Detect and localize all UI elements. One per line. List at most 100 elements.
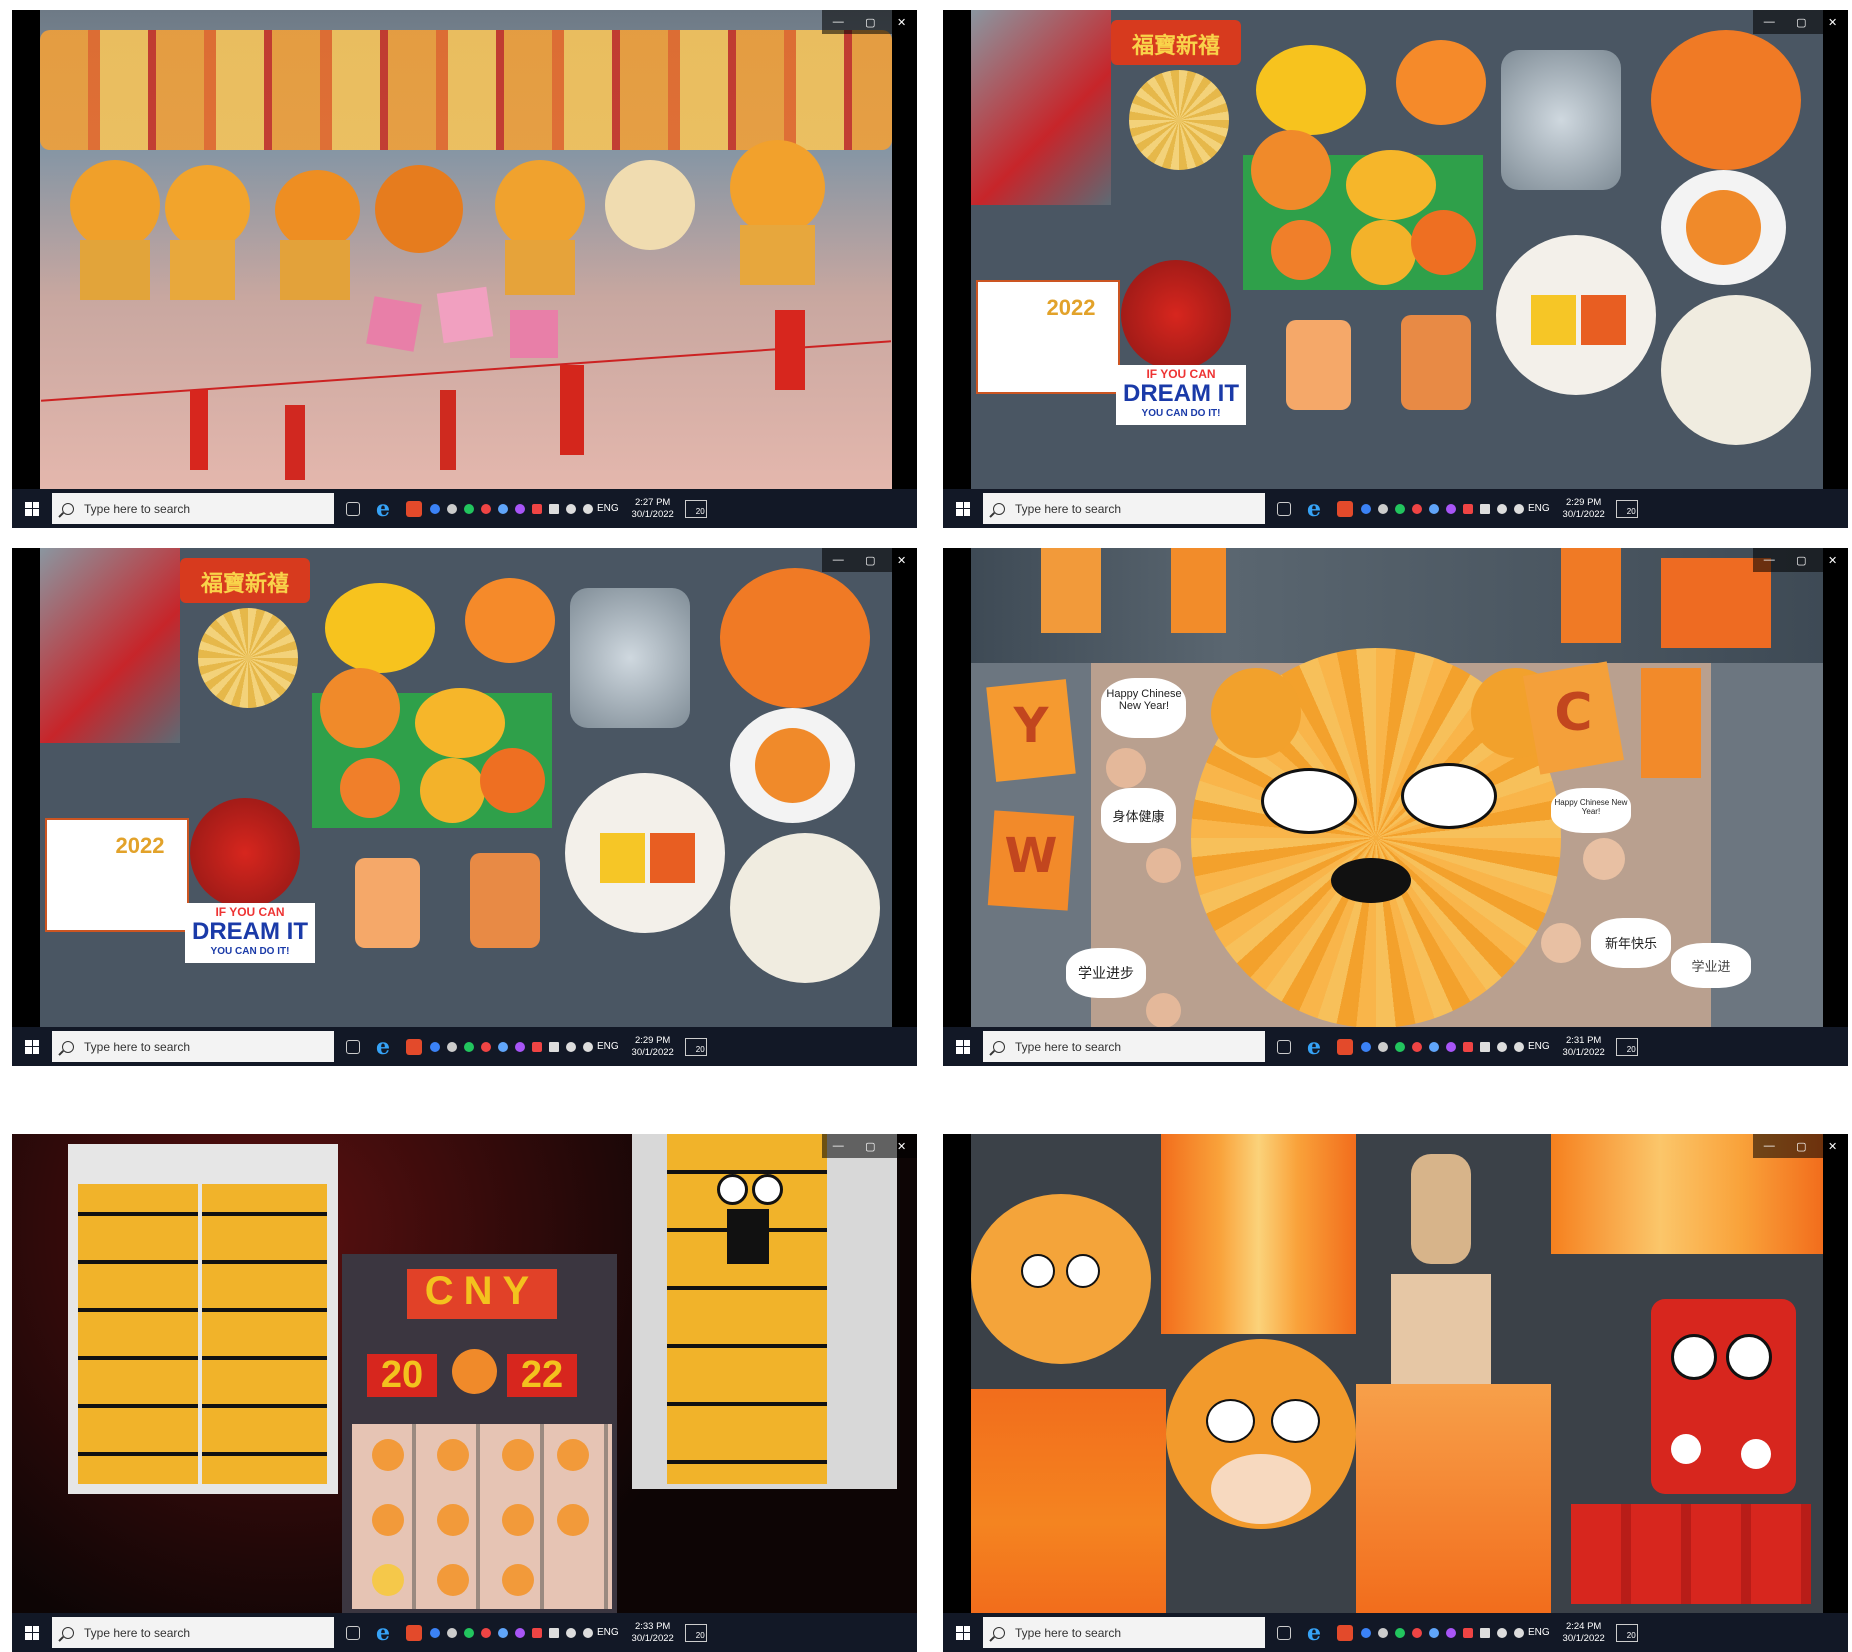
clock[interactable]: 2:24 PM 30/1/2022	[1558, 1621, 1610, 1645]
start-button[interactable]	[943, 1027, 983, 1066]
tray-icon[interactable]	[1395, 503, 1405, 514]
notification-button[interactable]: 20	[1615, 1037, 1638, 1056]
internet-explorer-icon[interactable]: e	[1307, 1620, 1321, 1646]
tray-icon[interactable]	[532, 503, 542, 514]
notification-button[interactable]: 20	[1615, 499, 1638, 518]
tray-icon[interactable]	[1429, 1041, 1439, 1052]
volume-icon[interactable]	[1497, 503, 1507, 514]
app-icon[interactable]	[1337, 1624, 1353, 1641]
search-box[interactable]: Type here to search	[983, 493, 1265, 524]
search-box[interactable]: Type here to search	[52, 1031, 334, 1062]
tray-icon[interactable]	[447, 1627, 457, 1638]
tray-icon[interactable]	[1361, 1041, 1371, 1052]
notification-button[interactable]: 20	[684, 1037, 707, 1056]
close-button[interactable]: ✕	[897, 554, 906, 567]
language-indicator[interactable]: ENG	[1528, 503, 1550, 514]
close-button[interactable]: ✕	[897, 1140, 906, 1153]
tray-icon[interactable]	[1429, 503, 1439, 514]
tray-icon[interactable]	[481, 1041, 491, 1052]
tray-icon[interactable]	[515, 1627, 525, 1638]
battery-icon[interactable]	[549, 1041, 559, 1052]
search-box[interactable]: Type here to search	[983, 1031, 1265, 1062]
task-view-icon[interactable]	[1277, 1625, 1291, 1640]
clock[interactable]: 2:29 PM 30/1/2022	[1558, 497, 1610, 521]
start-button[interactable]	[12, 1613, 52, 1652]
app-icon[interactable]	[406, 1038, 422, 1055]
notification-button[interactable]: 20	[684, 1623, 707, 1642]
minimize-button[interactable]: —	[833, 1140, 844, 1152]
tray-icon[interactable]	[498, 1041, 508, 1052]
tray-icon[interactable]	[498, 503, 508, 514]
tray-icon[interactable]	[430, 1041, 440, 1052]
app-icon[interactable]	[1337, 1038, 1353, 1055]
wifi-icon[interactable]	[1514, 503, 1524, 514]
restore-button[interactable]: ▢	[1796, 554, 1806, 567]
tray-icon[interactable]	[464, 1627, 474, 1638]
notification-button[interactable]: 20	[684, 499, 707, 518]
volume-icon[interactable]	[1497, 1041, 1507, 1052]
clock[interactable]: 2:27 PM 30/1/2022	[627, 497, 679, 521]
language-indicator[interactable]: ENG	[597, 1041, 619, 1052]
notification-button[interactable]: 20	[1615, 1623, 1638, 1642]
volume-icon[interactable]	[566, 1627, 576, 1638]
wifi-icon[interactable]	[1514, 1627, 1524, 1638]
close-button[interactable]: ✕	[897, 16, 906, 29]
internet-explorer-icon[interactable]: e	[1307, 496, 1321, 522]
tray-icon[interactable]	[1412, 1627, 1422, 1638]
task-view-icon[interactable]	[346, 1625, 360, 1640]
wifi-icon[interactable]	[1514, 1041, 1524, 1052]
language-indicator[interactable]: ENG	[597, 503, 619, 514]
tray-icon[interactable]	[1412, 1041, 1422, 1052]
tray-icon[interactable]	[430, 503, 440, 514]
clock[interactable]: 2:33 PM 30/1/2022	[627, 1621, 679, 1645]
clock[interactable]: 2:29 PM 30/1/2022	[627, 1035, 679, 1059]
app-icon[interactable]	[406, 1624, 422, 1641]
minimize-button[interactable]: —	[833, 554, 844, 566]
tray-icon[interactable]	[532, 1627, 542, 1638]
tray-icon[interactable]	[1446, 1041, 1456, 1052]
volume-icon[interactable]	[566, 503, 576, 514]
internet-explorer-icon[interactable]: e	[376, 1620, 390, 1646]
battery-icon[interactable]	[1480, 1627, 1490, 1638]
tray-icon[interactable]	[515, 1041, 525, 1052]
tray-icon[interactable]	[1395, 1041, 1405, 1052]
tray-icon[interactable]	[1378, 503, 1388, 514]
restore-button[interactable]: ▢	[1796, 16, 1806, 29]
search-box[interactable]: Type here to search	[52, 1617, 334, 1648]
close-button[interactable]: ✕	[1828, 1140, 1837, 1153]
clock[interactable]: 2:31 PM 30/1/2022	[1558, 1035, 1610, 1059]
volume-icon[interactable]	[566, 1041, 576, 1052]
minimize-button[interactable]: —	[833, 16, 844, 28]
tray-icon[interactable]	[1378, 1041, 1388, 1052]
tray-icon[interactable]	[1446, 1627, 1456, 1638]
tray-icon[interactable]	[498, 1627, 508, 1638]
language-indicator[interactable]: ENG	[1528, 1041, 1550, 1052]
wifi-icon[interactable]	[583, 503, 593, 514]
internet-explorer-icon[interactable]: e	[376, 1034, 390, 1060]
battery-icon[interactable]	[549, 1627, 559, 1638]
task-view-icon[interactable]	[1277, 501, 1291, 516]
internet-explorer-icon[interactable]: e	[376, 496, 390, 522]
battery-icon[interactable]	[1480, 503, 1490, 514]
tray-icon[interactable]	[1361, 503, 1371, 514]
tray-icon[interactable]	[481, 503, 491, 514]
tray-icon[interactable]	[1463, 503, 1473, 514]
tray-icon[interactable]	[464, 1041, 474, 1052]
task-view-icon[interactable]	[346, 501, 360, 516]
tray-icon[interactable]	[481, 1627, 491, 1638]
tray-icon[interactable]	[1463, 1627, 1473, 1638]
tray-icon[interactable]	[532, 1041, 542, 1052]
internet-explorer-icon[interactable]: e	[1307, 1034, 1321, 1060]
minimize-button[interactable]: —	[1764, 554, 1775, 566]
tray-icon[interactable]	[1412, 503, 1422, 514]
wifi-icon[interactable]	[583, 1627, 593, 1638]
restore-button[interactable]: ▢	[1796, 1140, 1806, 1153]
tray-icon[interactable]	[447, 503, 457, 514]
tray-icon[interactable]	[447, 1041, 457, 1052]
restore-button[interactable]: ▢	[865, 16, 875, 29]
tray-icon[interactable]	[464, 503, 474, 514]
language-indicator[interactable]: ENG	[1528, 1627, 1550, 1638]
search-box[interactable]: Type here to search	[52, 493, 334, 524]
app-icon[interactable]	[406, 500, 422, 517]
task-view-icon[interactable]	[1277, 1039, 1291, 1054]
